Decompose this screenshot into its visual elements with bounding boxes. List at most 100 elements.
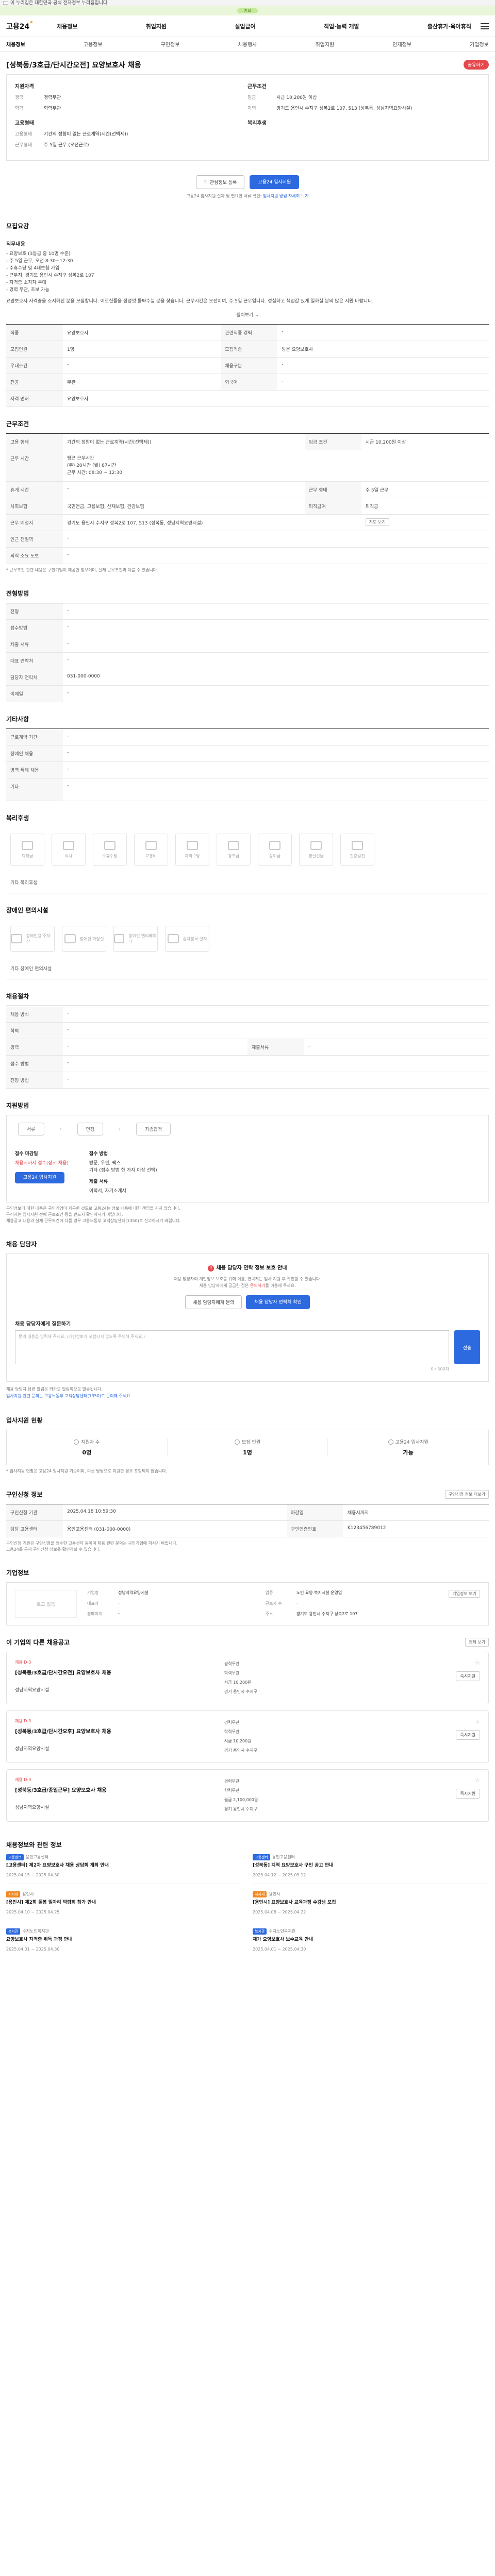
contact-reveal-button[interactable]: 채용 담당자 연락처 확인 xyxy=(246,1295,310,1309)
logo[interactable]: 고용24 xyxy=(6,21,47,31)
table-row: 전형 방법 - xyxy=(6,1072,489,1089)
user-icon xyxy=(74,1439,79,1445)
warning-icon: ! xyxy=(208,1265,214,1272)
header: 고용24 채용정보 취업지원 실업급여 직업·능력 개발 출산휴가·육아휴직 xyxy=(0,15,495,37)
disability-extra: 기타 장애인 편의시설 xyxy=(6,958,489,979)
scrap-button[interactable]: ♡ 관심정보 등록 xyxy=(195,175,245,189)
question-label: 채용 담당자에게 질문하기 xyxy=(15,1321,71,1327)
send-button[interactable]: 전송 xyxy=(454,1330,480,1364)
star-icon[interactable]: ☆ xyxy=(475,1777,480,1784)
gnb-item[interactable]: 실업급여 xyxy=(235,22,255,30)
expand-button[interactable]: 펼쳐보기 ⌄ xyxy=(6,305,489,324)
news-item[interactable]: 복지관 수지노인복지관 요양보호사 자격증 취득 과정 안내 2025.04.01 ~… xyxy=(6,1928,242,1958)
etc-table: 근로계약 기간 - 장애인 채용 - 병역 특례 채용 - 기타 - xyxy=(6,728,489,801)
benefits-grid: 퇴직금 식사 주휴수당 교통비 자격수당 경조금 상여금 명절선물 건강검진 xyxy=(6,827,489,872)
facility-item: 점자블록 설치 xyxy=(165,926,209,952)
table-row: 접수방법 - xyxy=(6,619,489,636)
disability-grid: 장애인용 주차장 장애인 화장실 장애인 엘리베이터 점자블록 설치 xyxy=(6,920,489,958)
conditions-note: * 근무조건 관련 내용은 구인기업이 제공한 정보이며, 실제 근무조건과 다… xyxy=(6,568,158,572)
news-item[interactable]: 지자체 용인시 [용인시] 제2회 돌봄 일자리 박람회 참가 안내 2025.04.… xyxy=(6,1891,242,1921)
register-more-link[interactable]: 구인신청 정보 더보기 xyxy=(444,1490,489,1499)
quick-apply-button[interactable]: 즉시지원 xyxy=(455,1671,480,1681)
benefit-item: 퇴직금 xyxy=(10,834,44,866)
contact-inquiry-link[interactable]: 문의하기 xyxy=(250,1283,265,1288)
job-card[interactable]: 채용 D-3 [성북동/3호급/단시간오후] 요양보호사 채용 성남지역요양시설 경… xyxy=(6,1710,489,1763)
benefit-icon xyxy=(187,840,198,850)
facility-icon xyxy=(11,934,22,943)
table-row: 휴게 시간 - 근무 형태 주 5일 근무 xyxy=(6,481,489,498)
section-news-title: 채용정보와 관련 정보 xyxy=(6,1841,62,1849)
kv-key: 지역 xyxy=(248,106,256,111)
benefit-item: 식사 xyxy=(52,834,86,866)
apply-guide-link[interactable]: 입사지원 방법 자세히 보기 xyxy=(263,194,309,198)
kv-value: 기간의 정함이 없는 근로계약(시간(선택제)) xyxy=(44,132,128,137)
company-detail-button[interactable]: 기업정보 보기 xyxy=(449,1590,480,1598)
star-icon[interactable]: ☆ xyxy=(475,1718,480,1725)
tab[interactable]: 인재정보 xyxy=(392,40,411,48)
process-apply-button[interactable]: 고용24 입사지원 xyxy=(15,1172,64,1183)
detail-subtitle: 직무내용 xyxy=(6,242,25,247)
benefits-extra: 기타 복리후생 xyxy=(6,872,489,893)
promo-pill[interactable]: 기획 xyxy=(237,8,258,13)
tab[interactable]: 채용행사 xyxy=(238,40,257,48)
table-row: 인근 전철역 - xyxy=(6,531,489,548)
section-contact-title: 채용 담당자 xyxy=(6,1241,37,1248)
news-item[interactable]: 지자체 용인시 [용인시] 요양보호사 교육과정 수강생 모집 2025.04.08 … xyxy=(253,1891,489,1921)
method-table: 전형 - 접수방법 - 제출 서류 - 대표 연락처 - 담당자 연락처 031-000-… xyxy=(6,603,489,702)
star-icon[interactable]: ☆ xyxy=(475,1659,480,1666)
summary-left2-title: 고용형태 xyxy=(15,121,34,126)
table-row: 대표 연락처 - xyxy=(6,652,489,669)
process-notes: 구인정보에 대한 내용은 구인기업이 제공한 것으로 고용24는 정보 내용에 … xyxy=(6,1206,182,1223)
table-row: 담당자 연락처 031-000-0000 xyxy=(6,669,489,686)
similar-all-link[interactable]: 전체 보기 xyxy=(465,1638,489,1647)
summary-left-title: 지원자격 xyxy=(15,84,34,90)
tab[interactable]: 기업정보 xyxy=(470,40,489,48)
apply-button[interactable]: 고용24 입사지원 xyxy=(250,175,300,189)
kv-key: 학력 xyxy=(15,106,24,111)
step-item: 서류 xyxy=(18,1123,44,1136)
deadline-badge: 채용 D-3 xyxy=(15,1777,31,1782)
benefit-icon xyxy=(352,840,363,850)
kv-value: 주 5일 근무 (오전근로) xyxy=(44,143,89,148)
news-item[interactable]: 고용센터 용인고용센터 [고용센터] 제2차 요양보호사 채용 상담회 개최 안내 2… xyxy=(6,1854,242,1884)
question-input[interactable]: 문의 내용을 입력해 주세요. (개인정보가 포함되지 않도록 주의해 주세요.… xyxy=(15,1330,449,1364)
kv-key: 근무형태 xyxy=(15,143,32,148)
step-item: 최종합격 xyxy=(136,1123,171,1136)
subtabs: 채용정보 고용정보 구인정보 채용행사 취업지원 인재정보 기업정보 xyxy=(0,37,495,52)
share-button[interactable]: 공유하기 xyxy=(463,60,489,70)
section-disability-title: 장애인 편의시설 xyxy=(6,907,48,914)
gnb-item[interactable]: 취업지원 xyxy=(146,22,167,30)
news-item[interactable]: 복지관 수지노인복지관 재가 요양보호사 보수교육 안내 2025.04.01 ~ 2… xyxy=(253,1928,489,1958)
job-card[interactable]: 채용 D-3 [성북동/3호급/종일근무] 요양보호사 채용 성남지역요양시설 경력… xyxy=(6,1769,489,1822)
facility-item: 장애인용 주차장 xyxy=(10,926,55,952)
gnb-item[interactable]: 채용정보 xyxy=(57,22,77,30)
tab[interactable]: 취업지원 xyxy=(315,40,334,48)
benefit-item: 자격수당 xyxy=(175,834,209,866)
news-grid: 고용센터 용인고용센터 [고용센터] 제2차 요양보호사 채용 상담회 개최 안내 2… xyxy=(6,1854,489,1958)
gnb: 채용정보 취업지원 실업급여 직업·능력 개발 출산휴가·육아휴직 xyxy=(47,22,481,30)
job-card[interactable]: 채용 D-3 [성북동/3호급/단시간오전] 요양보호사 채용 성남지역요양시설 경… xyxy=(6,1652,489,1704)
menu-icon[interactable] xyxy=(481,23,489,29)
tab[interactable]: 구인정보 xyxy=(161,40,180,48)
contact-inquiry-button[interactable]: 채용 담당자에게 문의 xyxy=(185,1295,242,1309)
apply-col-title: 접수 방법 xyxy=(89,1151,108,1157)
benefit-item: 건강검진 xyxy=(340,834,374,866)
gnb-item[interactable]: 출산휴가·육아휴직 xyxy=(427,22,471,30)
job-card-company: 성남지역요양시설 xyxy=(15,1747,50,1752)
news-item[interactable]: 고용센터 용인고용센터 [성북동] 지역 요양보호사 구인 공고 안내 2025.04… xyxy=(253,1854,489,1884)
benefit-icon xyxy=(228,840,239,850)
map-button[interactable]: 지도 보기 xyxy=(365,518,389,526)
promo-bar[interactable]: 기획 xyxy=(0,6,495,15)
tab[interactable]: 고용정보 xyxy=(84,40,103,48)
deadline-badge: 채용 D-3 xyxy=(15,1719,31,1723)
job-card-title: [성북동/3호급/단시간오전] 요양보호사 채용 xyxy=(15,1670,111,1676)
step-item: 면접 xyxy=(77,1123,104,1136)
quick-apply-button[interactable]: 즉시지원 xyxy=(455,1789,480,1799)
quick-apply-button[interactable]: 즉시지원 xyxy=(455,1730,480,1740)
table-row: 근무 시간 평균 근무시간 (주) 20시간 (월) 87시간 근무 시간: 08… xyxy=(6,450,489,482)
gnb-item[interactable]: 직업·능력 개발 xyxy=(324,22,359,30)
kv-key: 경력 xyxy=(15,95,24,100)
char-counter: 0 / 500자 xyxy=(431,1367,449,1371)
tab[interactable]: 채용정보 xyxy=(6,40,25,48)
heart-icon: ♡ xyxy=(203,179,208,185)
